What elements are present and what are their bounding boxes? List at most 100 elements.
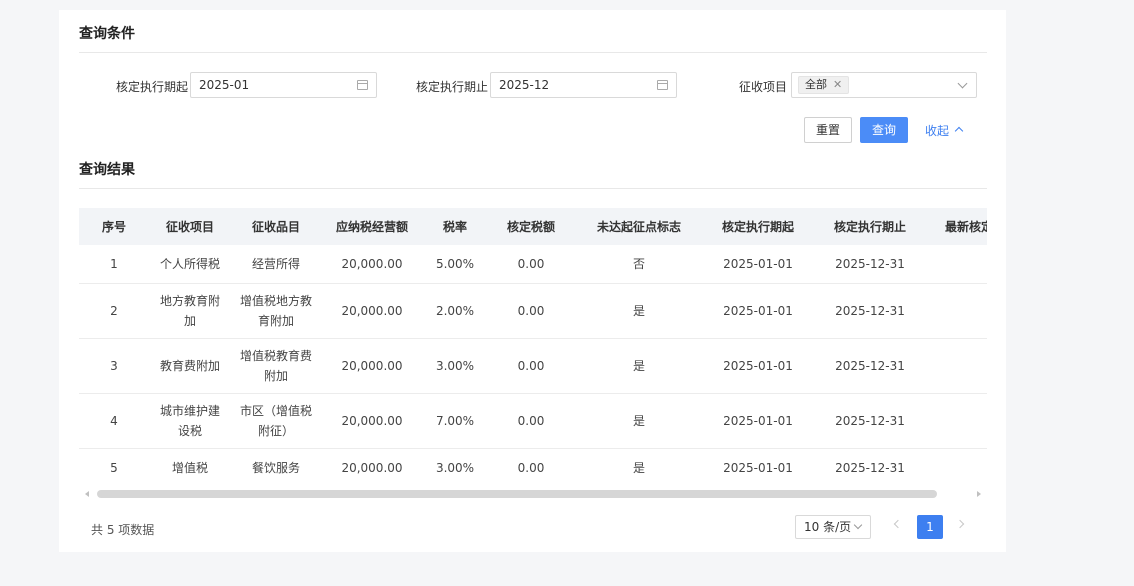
scroll-left-icon[interactable] — [85, 491, 89, 497]
query-section-title: 查询条件 — [79, 26, 135, 42]
end-date-value: 2025-12 — [499, 78, 550, 92]
table-cell: 是 — [927, 245, 987, 284]
table-cell: 2025-01-01 — [703, 245, 813, 284]
table-cell: 是 — [927, 338, 987, 394]
table-cell: 2025-01-01 — [703, 448, 813, 486]
table-cell: 3.00% — [423, 448, 487, 486]
prev-page-icon[interactable] — [893, 519, 903, 529]
reset-button[interactable]: 重置 — [804, 117, 852, 143]
table-cell: 是 — [575, 283, 703, 339]
table-cell: 0.00 — [487, 338, 575, 394]
start-date-input[interactable]: 2025-01 — [190, 72, 377, 98]
selected-tag-label: 全部 — [805, 78, 827, 91]
table-cell: 0.00 — [487, 283, 575, 339]
column-header: 最新核定 — [927, 208, 987, 245]
column-header: 核定执行期止 — [813, 208, 927, 245]
table-cell: 20,000.00 — [321, 283, 423, 339]
table-cell: 2.00% — [423, 283, 487, 339]
next-page-icon[interactable] — [955, 519, 965, 529]
table-cell: 增值税教育费附加 — [231, 338, 321, 394]
table-cell: 否 — [575, 245, 703, 284]
table-cell: 个人所得税 — [149, 245, 231, 284]
scrollbar-thumb[interactable] — [97, 490, 937, 498]
close-icon[interactable]: ✕ — [833, 78, 842, 91]
page-size-select[interactable]: 10 条/页 — [795, 515, 871, 539]
column-header: 未达起征点标志 — [575, 208, 703, 245]
table-cell: 0.00 — [487, 245, 575, 284]
table-row: 1 个人所得税 经营所得 20,000.00 5.00% 0.00 否 2025… — [79, 245, 987, 284]
chevron-up-icon — [954, 126, 964, 136]
table-cell: 2025-12-31 — [813, 393, 927, 449]
table-cell: 20,000.00 — [321, 393, 423, 449]
table-cell: 3 — [79, 338, 149, 394]
table-cell: 2025-01-01 — [703, 283, 813, 339]
table-cell: 2025-01-01 — [703, 393, 813, 449]
horizontal-scrollbar[interactable] — [79, 488, 987, 500]
table-cell: 经营所得 — [231, 245, 321, 284]
table-cell: 0.00 — [487, 448, 575, 486]
calendar-icon — [657, 80, 668, 90]
column-header: 核定执行期起 — [703, 208, 813, 245]
column-header: 税率 — [423, 208, 487, 245]
main-card: 查询条件 核定执行期起 2025-01 核定执行期止 2025-12 征收项目 … — [59, 10, 1006, 552]
selected-tag: 全部 ✕ — [798, 76, 850, 94]
table-cell: 市区（增值税附征） — [231, 393, 321, 449]
table-row: 5 增值税 餐饮服务 20,000.00 3.00% 0.00 是 2025-0… — [79, 448, 987, 486]
table-cell: 20,000.00 — [321, 245, 423, 284]
column-header: 核定税额 — [487, 208, 575, 245]
result-divider — [79, 188, 987, 189]
table-row: 4 城市维护建设税 市区（增值税附征） 20,000.00 7.00% 0.00… — [79, 393, 987, 449]
table-cell: 2025-12-31 — [813, 245, 927, 284]
table-cell: 4 — [79, 393, 149, 449]
calendar-icon — [357, 80, 368, 90]
table-cell: 地方教育附加 — [149, 283, 231, 339]
column-header: 征收品目 — [231, 208, 321, 245]
table-cell: 是 — [575, 448, 703, 486]
end-date-label: 核定执行期止 — [416, 80, 489, 94]
table-cell: 5 — [79, 448, 149, 486]
table-cell: 是 — [575, 338, 703, 394]
table-cell: 餐饮服务 — [231, 448, 321, 486]
table-cell: 5.00% — [423, 245, 487, 284]
table-row: 3 教育费附加 增值税教育费附加 20,000.00 3.00% 0.00 是 … — [79, 338, 987, 394]
scroll-right-icon[interactable] — [977, 491, 981, 497]
table-cell: 教育费附加 — [149, 338, 231, 394]
column-header: 序号 — [79, 208, 149, 245]
table-cell: 是 — [575, 393, 703, 449]
page-button-current[interactable]: 1 — [917, 515, 943, 539]
table-cell: 增值税地方教育附加 — [231, 283, 321, 339]
chevron-down-icon — [957, 78, 968, 89]
table-cell: 20,000.00 — [321, 448, 423, 486]
table-cell: 20,000.00 — [321, 338, 423, 394]
table-cell: 是 — [927, 448, 987, 486]
table-cell: 增值税 — [149, 448, 231, 486]
result-table: 序号 征收项目 征收品目 应纳税经营额 税率 核定税额 未达起征点标志 核定执行… — [79, 208, 987, 486]
column-header: 征收项目 — [149, 208, 231, 245]
collection-item-select[interactable]: 全部 ✕ — [791, 72, 977, 98]
table-cell: 2025-01-01 — [703, 338, 813, 394]
chevron-down-icon — [853, 520, 863, 530]
table-cell: 2025-12-31 — [813, 338, 927, 394]
collection-item-label: 征收项目 — [739, 80, 788, 94]
table-cell: 2025-12-31 — [813, 448, 927, 486]
result-table-container: 序号 征收项目 征收品目 应纳税经营额 税率 核定税额 未达起征点标志 核定执行… — [79, 208, 987, 486]
query-button[interactable]: 查询 — [860, 117, 908, 143]
table-header-row: 序号 征收项目 征收品目 应纳税经营额 税率 核定税额 未达起征点标志 核定执行… — [79, 208, 987, 245]
table-cell: 7.00% — [423, 393, 487, 449]
table-cell: 2025-12-31 — [813, 283, 927, 339]
total-count: 共 5 项数据 — [91, 523, 155, 537]
collapse-label: 收起 — [925, 124, 950, 138]
end-date-input[interactable]: 2025-12 — [490, 72, 677, 98]
start-date-label: 核定执行期起 — [116, 80, 189, 94]
table-cell: 2 — [79, 283, 149, 339]
collapse-link[interactable]: 收起 — [925, 122, 964, 139]
result-section-title: 查询结果 — [79, 162, 135, 178]
page-size-value: 10 条/页 — [804, 520, 852, 534]
table-row: 2 地方教育附加 增值税地方教育附加 20,000.00 2.00% 0.00 … — [79, 283, 987, 339]
table-cell: 是 — [927, 283, 987, 339]
query-divider — [79, 52, 987, 53]
column-header: 应纳税经营额 — [321, 208, 423, 245]
table-cell: 1 — [79, 245, 149, 284]
start-date-value: 2025-01 — [199, 78, 250, 92]
table-cell: 0.00 — [487, 393, 575, 449]
